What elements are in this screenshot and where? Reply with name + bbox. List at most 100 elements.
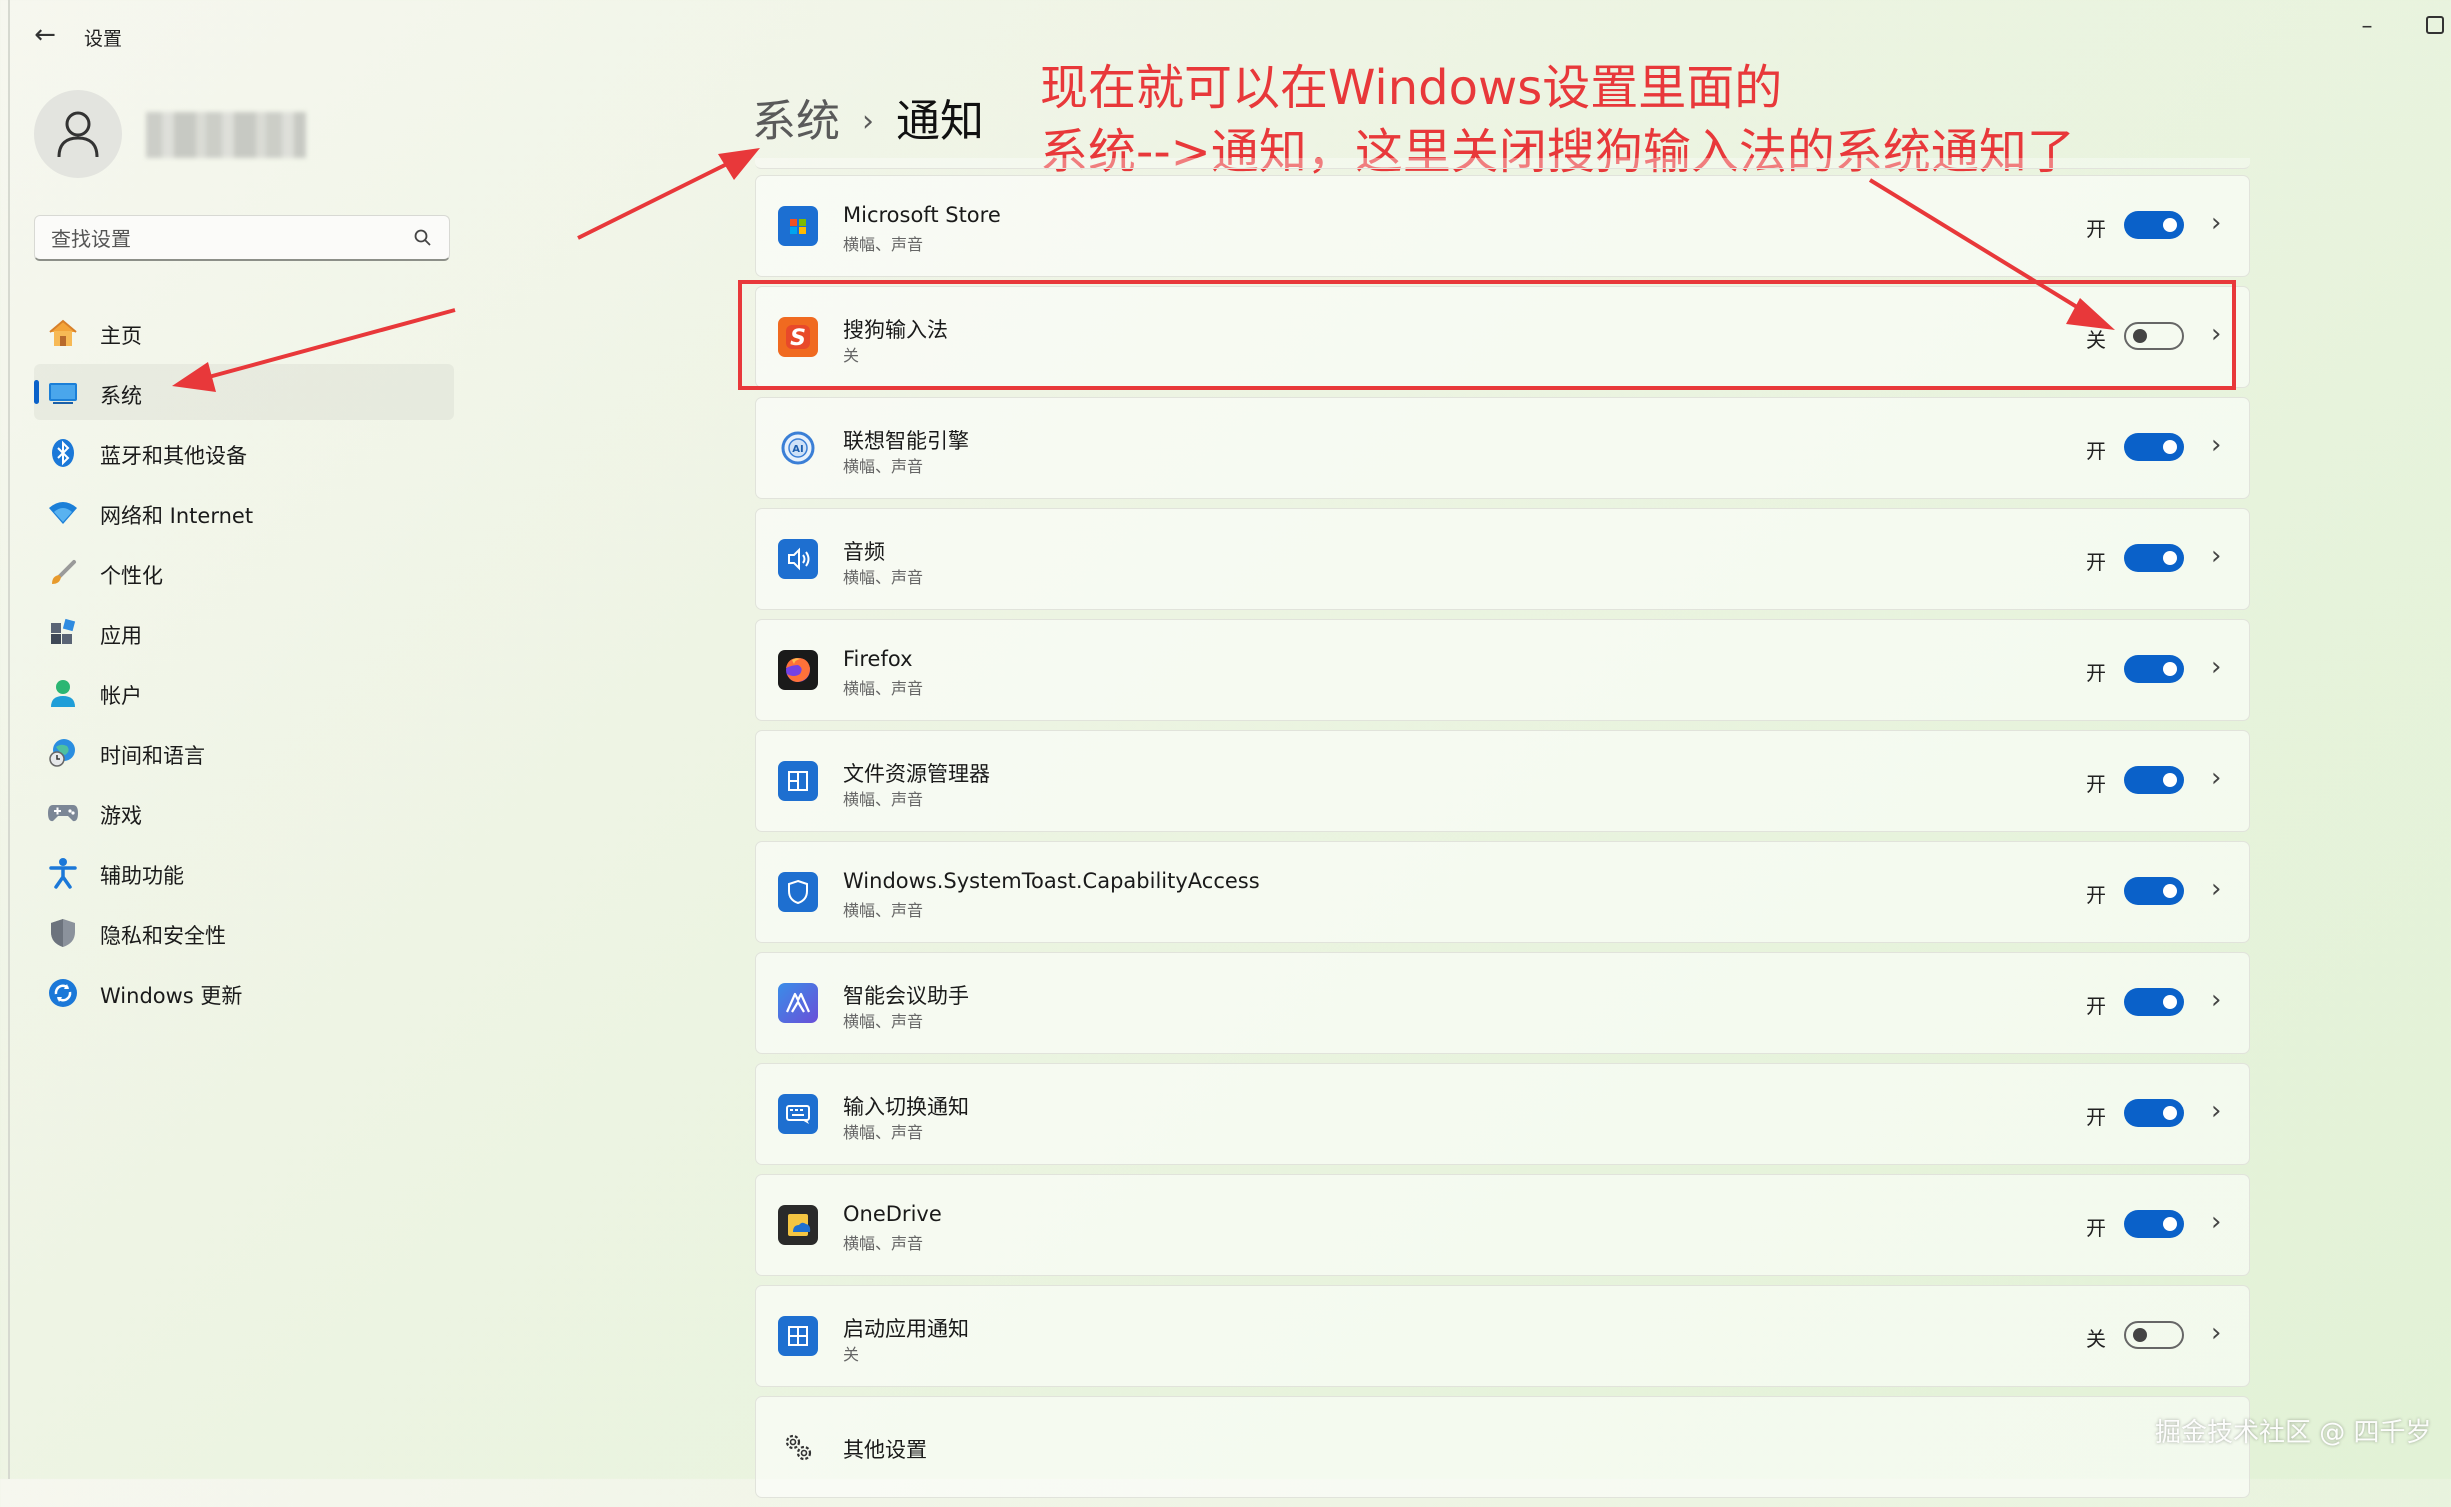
search-box[interactable] (34, 215, 450, 261)
arrow-to-breadcrumb-head (718, 148, 760, 180)
app-row-firefox[interactable]: Firefox 横幅、声音 开 › (755, 619, 2250, 721)
sidebar-item-accounts[interactable]: 帐户 (34, 664, 454, 720)
shield-icon (46, 916, 80, 950)
sidebar-item-home[interactable]: 主页 (34, 304, 454, 360)
breadcrumb-separator: › (862, 104, 874, 139)
breadcrumb-parent[interactable]: 系统 (752, 96, 840, 147)
chevron-right-icon[interactable]: › (2211, 1207, 2221, 1237)
keyboard-icon (778, 1094, 818, 1134)
chevron-right-icon[interactable]: › (2211, 763, 2221, 793)
toggle-state-label: 开 (2086, 994, 2106, 1018)
app-row-file-explorer[interactable]: 文件资源管理器 横幅、声音 开 › (755, 730, 2250, 832)
notification-toggle[interactable] (2124, 655, 2184, 683)
account-icon (46, 676, 80, 710)
app-row-microsoft-store[interactable]: Microsoft Store 横幅、声音 开 › (755, 175, 2250, 277)
chevron-right-icon[interactable]: › (2211, 985, 2221, 1015)
user-icon (57, 111, 99, 158)
toggle-knob (2163, 773, 2177, 787)
sidebar-item-accessibility[interactable]: 辅助功能 (34, 844, 454, 900)
chevron-right-icon[interactable]: › (2211, 1318, 2221, 1348)
list-top-edge (755, 158, 2250, 169)
annotation-line-1: 现在就可以在Windows设置里面的 (1040, 60, 1783, 116)
sidebar-item-windows-update[interactable]: Windows 更新 (34, 964, 454, 1020)
chevron-right-icon[interactable]: › (2211, 319, 2221, 349)
app-name: 启动应用通知 (843, 1317, 969, 1341)
chevron-right-icon[interactable]: › (2211, 652, 2221, 682)
onedrive-icon (778, 1205, 818, 1245)
app-row-audio[interactable]: 音频 横幅、声音 开 › (755, 508, 2250, 610)
notification-toggle[interactable] (2124, 1210, 2184, 1238)
sidebar-item-time-language[interactable]: 时间和语言 (34, 724, 454, 780)
notification-toggle[interactable] (2124, 544, 2184, 572)
avatar[interactable] (34, 90, 122, 178)
sidebar-item-gaming[interactable]: 游戏 (34, 784, 454, 840)
minimize-button[interactable]: – (2352, 14, 2382, 39)
selection-indicator (34, 380, 39, 404)
app-row-capability-access[interactable]: Windows.SystemToast.CapabilityAccess 横幅、… (755, 841, 2250, 943)
sidebar-item-privacy[interactable]: 隐私和安全性 (34, 904, 454, 960)
brush-icon (46, 556, 80, 590)
notification-toggle[interactable] (2124, 766, 2184, 794)
chevron-right-icon[interactable]: › (2211, 208, 2221, 238)
notification-toggle[interactable] (2124, 433, 2184, 461)
home-icon (46, 316, 80, 350)
apps-icon (46, 616, 80, 650)
maximize-button[interactable] (2426, 16, 2444, 34)
update-icon (46, 976, 80, 1010)
notification-toggle[interactable] (2124, 211, 2184, 239)
notification-toggle[interactable] (2124, 322, 2184, 350)
notification-toggle[interactable] (2124, 877, 2184, 905)
app-name: Microsoft Store (843, 203, 1001, 227)
chevron-right-icon[interactable]: › (2211, 541, 2221, 571)
notification-toggle[interactable] (2124, 1321, 2184, 1349)
window-title: 设置 (84, 28, 123, 50)
svg-text:S: S (790, 326, 806, 351)
ai-engine-icon: AI (778, 428, 818, 468)
app-name: 联想智能引擎 (843, 429, 969, 453)
app-row-startup-apps[interactable]: 启动应用通知 关 关 › (755, 1285, 2250, 1387)
notification-toggle[interactable] (2124, 988, 2184, 1016)
app-row-input-switch-notification[interactable]: 输入切换通知 横幅、声音 开 › (755, 1063, 2250, 1165)
toggle-state-label: 开 (2086, 439, 2106, 463)
back-arrow-icon[interactable]: ← (30, 20, 60, 50)
chevron-right-icon[interactable]: › (2211, 430, 2221, 460)
sidebar-item-personalization[interactable]: 个性化 (34, 544, 454, 600)
app-name: 智能会议助手 (843, 984, 969, 1008)
chevron-right-icon[interactable]: › (2211, 1096, 2221, 1126)
app-row-lenovo-ai-engine[interactable]: AI 联想智能引擎 横幅、声音 开 › (755, 397, 2250, 499)
toggle-knob (2133, 1328, 2147, 1342)
app-notification-type: 横幅、声音 (843, 901, 924, 920)
explorer-icon (778, 761, 818, 801)
sidebar-item-bluetooth[interactable]: 蓝牙和其他设备 (34, 424, 454, 480)
user-name-blurred (146, 112, 306, 158)
firefox-icon (778, 650, 818, 690)
toggle-state-label: 开 (2086, 772, 2106, 796)
app-notification-type: 横幅、声音 (843, 1123, 924, 1142)
app-name: 其他设置 (843, 1438, 927, 1462)
app-row-sogou-input[interactable]: S 搜狗输入法 关 关 › (755, 286, 2250, 388)
notification-toggle[interactable] (2124, 1099, 2184, 1127)
toggle-state-label: 开 (2086, 1216, 2106, 1240)
sidebar-item-apps[interactable]: 应用 (34, 604, 454, 660)
sidebar-item-system[interactable]: 系统 (34, 364, 454, 420)
app-notification-list: Microsoft Store 横幅、声音 开 › S 搜狗输入法 关 关 › … (755, 175, 2250, 1507)
app-notification-type: 横幅、声音 (843, 568, 924, 587)
app-notification-type: 横幅、声音 (843, 679, 924, 698)
toggle-knob (2163, 1106, 2177, 1120)
search-icon[interactable] (413, 228, 433, 248)
toggle-knob (2163, 1217, 2177, 1231)
toggle-state-label: 开 (2086, 550, 2106, 574)
sidebar-item-network[interactable]: 网络和 Internet (34, 484, 454, 540)
app-notification-type: 横幅、声音 (843, 790, 924, 809)
arrow-to-breadcrumb (577, 158, 736, 240)
app-row-onedrive[interactable]: OneDrive 横幅、声音 开 › (755, 1174, 2250, 1276)
app-notification-type: 横幅、声音 (843, 235, 924, 254)
wifi-icon (46, 496, 80, 530)
chevron-right-icon[interactable]: › (2211, 874, 2221, 904)
app-name: 输入切换通知 (843, 1095, 969, 1119)
other-settings-row[interactable]: 其他设置 (755, 1396, 2250, 1498)
search-input[interactable] (49, 225, 393, 253)
app-notification-type: 关 (843, 346, 860, 365)
app-row-meeting-assistant[interactable]: 智能会议助手 横幅、声音 开 › (755, 952, 2250, 1054)
app-name: 文件资源管理器 (843, 762, 990, 786)
